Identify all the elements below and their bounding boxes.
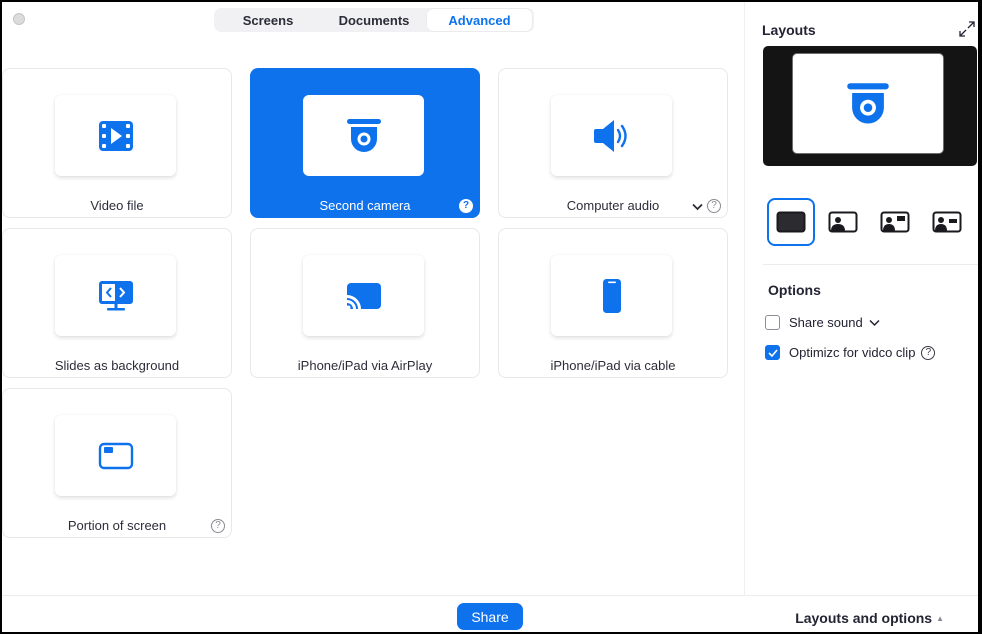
tab-screens[interactable]: Screens [215,9,321,31]
card-label: iPhone/iPad via AirPlay [297,358,433,373]
airplay-icon [346,282,381,309]
card-label: Second camera [319,198,411,213]
tab-advanced[interactable]: Advanced [427,9,532,31]
layouts-and-options-toggle[interactable]: Layouts and options ▲ [795,610,944,626]
layout-person-content-icon [880,211,910,233]
chevron-down-icon[interactable] [869,319,880,327]
card-thumbnail [303,255,424,336]
card-thumbnail [55,255,176,336]
card-label: Video file [90,198,144,213]
card-computer-audio[interactable]: Computer audio ? [498,68,728,218]
card-thumbnail [303,95,424,176]
layout-person-bar-icon [932,211,962,233]
checkmark-icon [767,348,778,357]
layouts-toggle-label: Layouts and options [795,610,933,626]
tab-documents[interactable]: Documents [321,9,427,31]
card-second-camera[interactable]: Second camera ? [250,68,480,218]
layout-person-icon [828,211,858,233]
preview-content [792,53,944,154]
card-iphone-ipad-airplay[interactable]: iPhone/iPad via AirPlay [250,228,480,378]
card-label: Slides as background [54,358,180,373]
layout-full-icon [776,211,806,233]
speaker-icon [593,119,627,152]
card-thumbnail [55,95,176,176]
card-iphone-ipad-cable[interactable]: iPhone/iPad via cable [498,228,728,378]
layout-preview [763,46,977,166]
card-thumbnail [551,95,672,176]
options-title: Options [768,282,821,298]
card-label: Portion of screen [67,518,167,533]
portion-screen-icon [98,442,133,469]
option-share-sound[interactable]: Share sound [765,315,880,330]
help-icon[interactable]: ? [921,345,936,360]
layout-video-left-small[interactable] [871,198,919,246]
caret-up-icon: ▲ [936,614,944,623]
option-label: Optimizc for vidco clip [789,345,916,360]
card-thumbnail [55,415,176,496]
video-file-icon [98,120,133,151]
panel-divider [763,264,978,265]
card-slides-as-background[interactable]: Slides as background [2,228,232,378]
share-tabs: Screens Documents Advanced [214,8,534,32]
option-label: Share sound [789,315,863,330]
help-icon[interactable]: ? [459,199,473,213]
share-sound-checkbox[interactable] [765,315,780,330]
layout-video-left[interactable] [819,198,867,246]
phone-icon [602,278,621,313]
card-portion-of-screen[interactable]: Portion of screen ? [2,388,232,538]
layouts-panel: Layouts Options Share sound Optimizc for… [744,2,978,596]
share-button[interactable]: Share [457,603,523,630]
optimize-video-checkbox[interactable] [765,345,780,360]
expand-icon[interactable] [958,20,976,38]
camera-icon [346,118,381,152]
chevron-down-icon[interactable] [692,203,703,211]
layout-full-content[interactable] [767,198,815,246]
layouts-title: Layouts [762,22,816,38]
help-icon[interactable]: ? [707,199,721,213]
help-icon[interactable]: ? [211,519,225,533]
card-thumbnail [551,255,672,336]
card-label: iPhone/iPad via cable [550,358,676,373]
card-video-file[interactable]: Video file [2,68,232,218]
close-button[interactable] [13,13,25,25]
share-window: Screens Documents Advanced Video file Se… [2,2,978,632]
footer-bar: Share Layouts and options ▲ [2,595,978,632]
option-optimize-video[interactable]: Optimizc for vidco clip ? [765,345,936,360]
camera-icon [847,82,889,124]
slides-icon [98,280,133,310]
layout-video-left-bar[interactable] [923,198,971,246]
